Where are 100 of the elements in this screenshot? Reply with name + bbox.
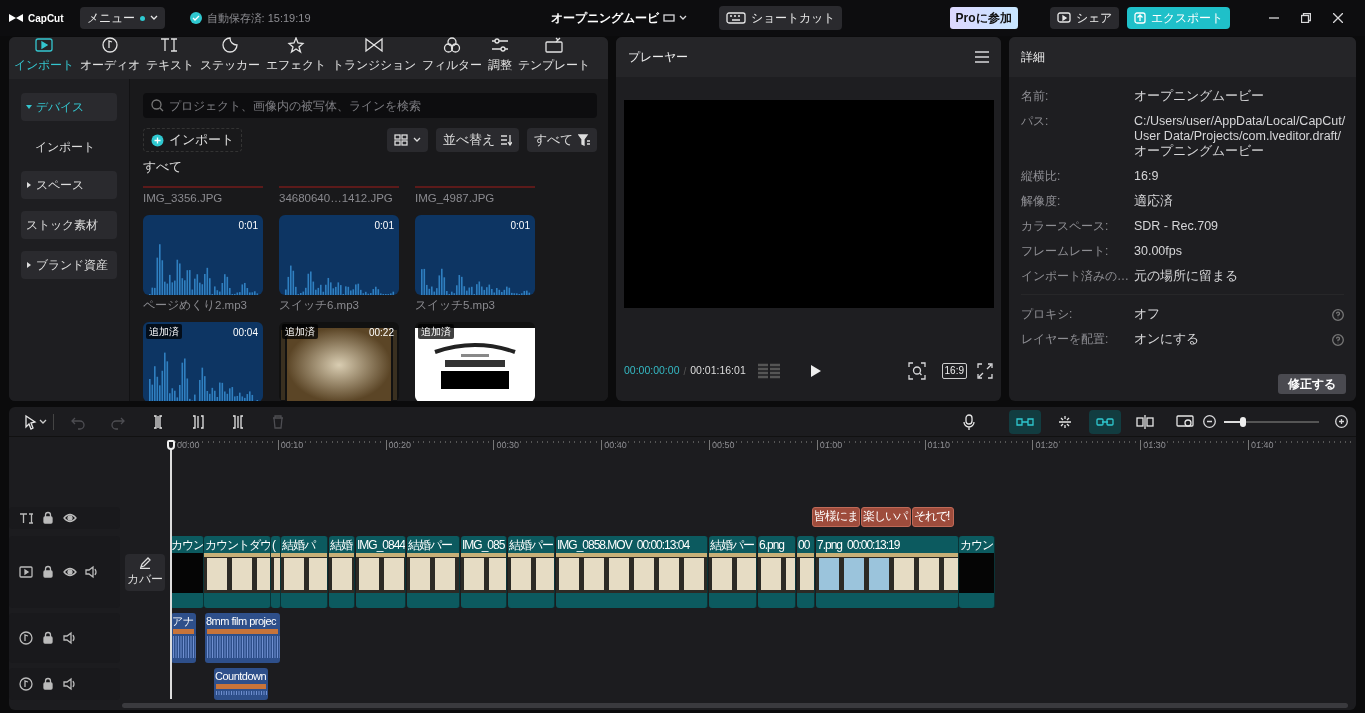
media-tab[interactable]: ステッカー bbox=[197, 37, 263, 79]
filter-button[interactable]: すべて bbox=[527, 128, 597, 152]
star-icon bbox=[285, 37, 307, 54]
audio-track-icon[interactable] bbox=[19, 677, 33, 691]
time-separator: / bbox=[683, 364, 687, 379]
sidebar-item[interactable]: インポート bbox=[21, 133, 117, 161]
media-tab[interactable]: 調整 bbox=[485, 37, 515, 79]
help-icon[interactable] bbox=[1332, 308, 1344, 321]
help-icon[interactable] bbox=[1332, 333, 1344, 346]
trim-right-icon bbox=[230, 413, 246, 430]
view-dropdown[interactable] bbox=[387, 128, 428, 152]
video-clip[interactable]: 結婚 bbox=[329, 536, 355, 608]
media-tab[interactable]: インポート bbox=[11, 37, 77, 79]
zoom-in-icon[interactable] bbox=[1335, 415, 1348, 428]
toggle-button[interactable] bbox=[1009, 409, 1041, 434]
duration-label: 00:22 bbox=[368, 325, 394, 340]
plus-icon bbox=[151, 133, 164, 147]
eye-icon[interactable] bbox=[63, 565, 77, 579]
ruler-label: 00:50 bbox=[709, 440, 735, 450]
lock-icon[interactable] bbox=[41, 511, 55, 525]
media-tab[interactable]: トランジション bbox=[329, 37, 419, 79]
edit-button[interactable]: 修正する bbox=[1278, 374, 1346, 394]
shortcut-button[interactable]: ショートカット bbox=[718, 6, 842, 30]
close-icon[interactable] bbox=[1333, 13, 1343, 23]
zoom-slider-thumb[interactable] bbox=[1240, 416, 1246, 427]
sidebar-item[interactable]: スペース bbox=[21, 171, 117, 199]
sidebar-item[interactable]: ブランド資産 bbox=[21, 251, 117, 279]
video-clip[interactable]: IMG_0844 bbox=[356, 536, 406, 608]
filter-icon bbox=[578, 134, 590, 146]
sidebar-item[interactable]: デバイス bbox=[21, 93, 117, 121]
menu-icon[interactable] bbox=[975, 51, 989, 63]
media-tab[interactable]: テキスト bbox=[143, 37, 197, 79]
audio-clip[interactable]: アナ bbox=[171, 613, 196, 663]
pro-button[interactable]: Proに参加 bbox=[949, 7, 1018, 29]
text-clip[interactable]: 皆様にま bbox=[812, 507, 860, 527]
lock-icon[interactable] bbox=[41, 565, 55, 579]
lock-icon[interactable] bbox=[41, 631, 55, 645]
search-field[interactable]: プロジェクト、画像内の被写体、ラインを検索 bbox=[143, 93, 597, 118]
text-track-icon[interactable] bbox=[19, 511, 33, 525]
video-clip[interactable]: IMG_085 bbox=[461, 536, 507, 608]
project-title[interactable]: オープニングムービ bbox=[550, 9, 659, 27]
sticker-icon bbox=[219, 37, 241, 54]
video-clip[interactable]: 結婚パー bbox=[709, 536, 757, 608]
ruler-label: 00:00 bbox=[176, 440, 200, 450]
media-tab[interactable]: フィルター bbox=[419, 37, 485, 79]
duration-label: 0:01 bbox=[238, 218, 258, 233]
clip-label: ( bbox=[272, 536, 275, 553]
sort-icon bbox=[500, 134, 512, 146]
clip-label: 結婚パー bbox=[509, 536, 553, 553]
eye-icon[interactable] bbox=[63, 511, 77, 525]
field-label: プロキシ: bbox=[1021, 307, 1074, 322]
speaker-icon[interactable] bbox=[63, 631, 77, 645]
scrollbar[interactable] bbox=[122, 703, 1348, 708]
fullscreen-icon[interactable] bbox=[977, 363, 993, 379]
ruler-label: 00:40 bbox=[601, 440, 627, 450]
ruler-label: 00:20 bbox=[385, 440, 412, 450]
text-clip[interactable]: 楽しいパ bbox=[861, 507, 911, 527]
trim-left-icon bbox=[190, 413, 206, 430]
clip-label: IMG_0858.MOV bbox=[557, 536, 632, 553]
menu-button[interactable]: メニュー bbox=[79, 7, 165, 29]
speaker-icon[interactable] bbox=[85, 565, 99, 579]
field-value: C:/Users/user/AppData/Local/CapCut/ User Data/Projects/com.lveditor.draft/ オープニングムービー bbox=[1134, 114, 1346, 159]
video-clip[interactable]: 6.png bbox=[758, 536, 796, 608]
zoom-out-icon[interactable] bbox=[1203, 415, 1216, 428]
fit-icon[interactable] bbox=[907, 362, 926, 380]
video-clip[interactable]: 結婚パー bbox=[407, 536, 460, 608]
audio-clip[interactable]: Countdown bbox=[214, 668, 268, 700]
lock-icon[interactable] bbox=[41, 677, 55, 691]
video-track-icon[interactable] bbox=[19, 565, 33, 579]
media-tab[interactable]: テンプレート bbox=[515, 37, 593, 79]
sort-button[interactable]: 並べ替え bbox=[436, 128, 519, 152]
panel-title: プレーヤー bbox=[628, 49, 688, 66]
audio-track-icon[interactable] bbox=[19, 631, 33, 645]
app-name: CapCut bbox=[28, 11, 64, 26]
play-icon[interactable] bbox=[809, 364, 822, 378]
video-clip[interactable]: 結婚パー bbox=[508, 536, 555, 608]
circles-icon bbox=[441, 37, 463, 54]
media-name: スイッチ6.mp3 bbox=[279, 297, 360, 312]
media-tab[interactable]: エフェクト bbox=[263, 37, 329, 79]
video-clip[interactable]: 00 bbox=[797, 536, 815, 608]
audio-clip[interactable]: 8mm film projec bbox=[205, 613, 280, 663]
music-icon bbox=[99, 37, 121, 54]
share-button[interactable]: シェア bbox=[1049, 7, 1119, 29]
duration-label: 0:01 bbox=[374, 218, 394, 233]
media-name: IMG_4987.JPG bbox=[415, 190, 496, 205]
field-value: 適応済 bbox=[1134, 194, 1174, 209]
media-name: スイッチ5.mp3 bbox=[415, 297, 496, 312]
speaker-icon[interactable] bbox=[63, 677, 77, 691]
ratio-button[interactable]: 16:9 bbox=[941, 363, 967, 379]
video-clip[interactable]: カウン bbox=[959, 536, 995, 608]
video-clip[interactable]: 結婚パ bbox=[281, 536, 328, 608]
field-label: 縦横比: bbox=[1021, 169, 1062, 184]
text-clip[interactable]: それで! bbox=[912, 507, 954, 527]
maximize-icon[interactable] bbox=[1301, 13, 1311, 23]
cover-button[interactable]: カバー bbox=[125, 553, 165, 591]
media-tab[interactable]: オーディオ bbox=[77, 37, 143, 79]
sidebar-item[interactable]: ストック素材 bbox=[21, 211, 117, 239]
import-button[interactable]: インポート bbox=[143, 128, 242, 152]
toggle-button[interactable] bbox=[1089, 409, 1121, 434]
video-clip[interactable]: IMG_0858.MOV 00:00:13:04 bbox=[556, 536, 708, 608]
